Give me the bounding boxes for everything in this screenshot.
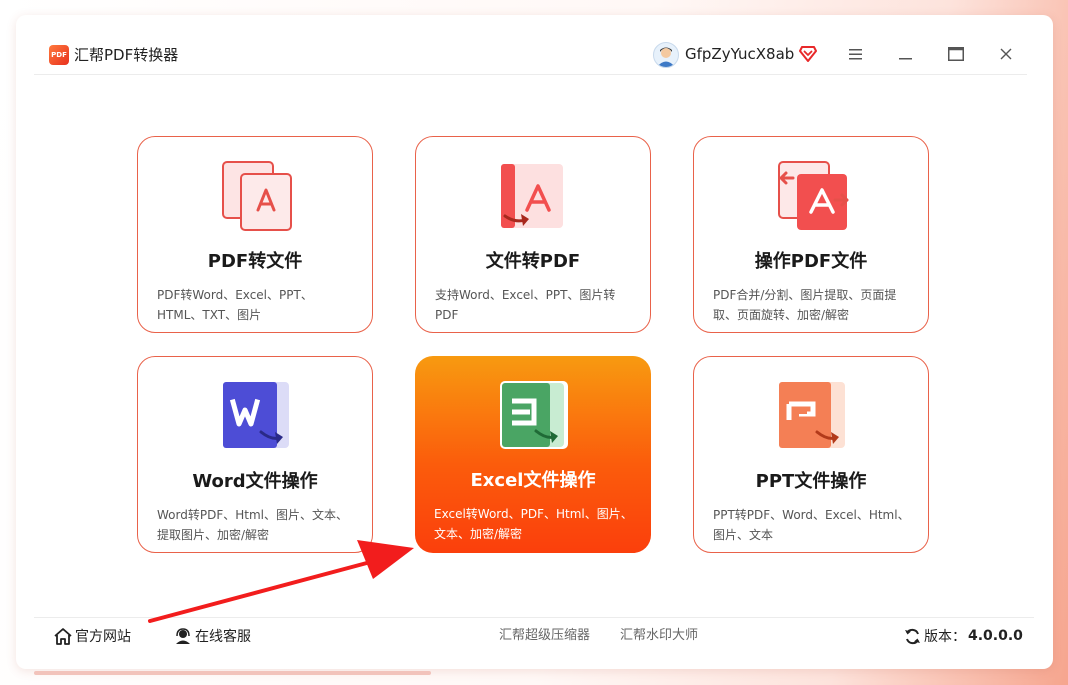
card-pdf-to-file[interactable]: PDF转文件 PDF转Word、Excel、PPT、HTML、TXT、图片	[137, 136, 373, 333]
username[interactable]: GfpZyYucX8ab	[685, 44, 794, 64]
watermark-app-link[interactable]: 汇帮水印大师	[620, 625, 698, 647]
card-title: Word文件操作	[192, 471, 318, 492]
hamburger-icon	[849, 49, 862, 60]
headset-icon	[174, 627, 192, 645]
online-support-link[interactable]: 在线客服	[174, 625, 251, 647]
scrollbar[interactable]	[34, 671, 431, 675]
card-title: 文件转PDF	[485, 251, 581, 272]
menu-button[interactable]	[844, 43, 868, 65]
card-ppt-operations[interactable]: PPT文件操作 PPT转PDF、Word、Excel、Html、图片、文本	[693, 356, 929, 553]
card-title: Excel文件操作	[470, 470, 596, 491]
home-icon	[54, 627, 72, 645]
version-number: 4.0.0.0	[968, 628, 1023, 644]
bottom-divider	[34, 617, 1034, 618]
app-logo-icon: PDF	[49, 45, 69, 65]
card-desc: PDF合并/分割、图片提取、页面提取、页面旋转、加密/解密	[713, 288, 897, 322]
card-file-to-pdf[interactable]: 文件转PDF 支持Word、Excel、PPT、图片转PDF	[415, 136, 651, 333]
version-label: 版本：	[924, 629, 966, 645]
close-button[interactable]	[994, 43, 1018, 65]
card-title: PDF转文件	[207, 251, 303, 272]
compressor-app-link[interactable]: 汇帮超级压缩器	[499, 625, 590, 647]
maximize-icon	[948, 47, 964, 61]
card-desc: PPT转PDF、Word、Excel、Html、图片、文本	[713, 508, 910, 542]
minimize-icon	[899, 58, 912, 60]
official-website-label: 官方网站	[75, 629, 131, 645]
card-word-operations[interactable]: Word文件操作 Word转PDF、Html、图片、文本、提取图片、加密/解密	[137, 356, 373, 553]
operate-pdf-icon	[777, 160, 849, 232]
card-title: 操作PDF文件	[754, 251, 868, 272]
file-to-pdf-icon	[499, 160, 571, 232]
online-support-label: 在线客服	[195, 629, 251, 645]
official-website-link[interactable]: 官方网站	[54, 625, 131, 647]
card-title: PPT文件操作	[755, 471, 867, 492]
ppt-file-icon	[777, 380, 849, 452]
top-divider	[34, 74, 1027, 75]
pdf-to-file-icon	[221, 160, 293, 232]
minimize-button[interactable]	[894, 43, 918, 65]
card-desc: PDF转Word、Excel、PPT、HTML、TXT、图片	[157, 288, 313, 322]
card-operate-pdf[interactable]: 操作PDF文件 PDF合并/分割、图片提取、页面提取、页面旋转、加密/解密	[693, 136, 929, 333]
vip-diamond-icon[interactable]	[799, 45, 817, 63]
title-bar: PDF 汇帮PDF转换器 GfpZyYucX8ab	[16, 15, 1053, 75]
app-window: PDF 汇帮PDF转换器 GfpZyYucX8ab PDF转文件 PDF转Wor…	[16, 15, 1053, 669]
app-title: 汇帮PDF转换器	[74, 46, 179, 64]
card-desc: 支持Word、Excel、PPT、图片转PDF	[435, 288, 616, 322]
avatar[interactable]	[653, 42, 679, 68]
refresh-icon[interactable]	[904, 628, 921, 645]
version-info: 版本： 4.0.0.0	[904, 625, 1023, 647]
close-icon	[1000, 48, 1012, 60]
excel-file-icon	[498, 379, 570, 451]
card-desc: Word转PDF、Html、图片、文本、提取图片、加密/解密	[157, 508, 348, 542]
maximize-button[interactable]	[944, 43, 968, 65]
card-excel-operations[interactable]: Excel文件操作 Excel转Word、PDF、Html、图片、文本、加密/解…	[415, 356, 651, 553]
card-desc: Excel转Word、PDF、Html、图片、文本、加密/解密	[434, 507, 633, 541]
word-file-icon	[221, 380, 293, 452]
